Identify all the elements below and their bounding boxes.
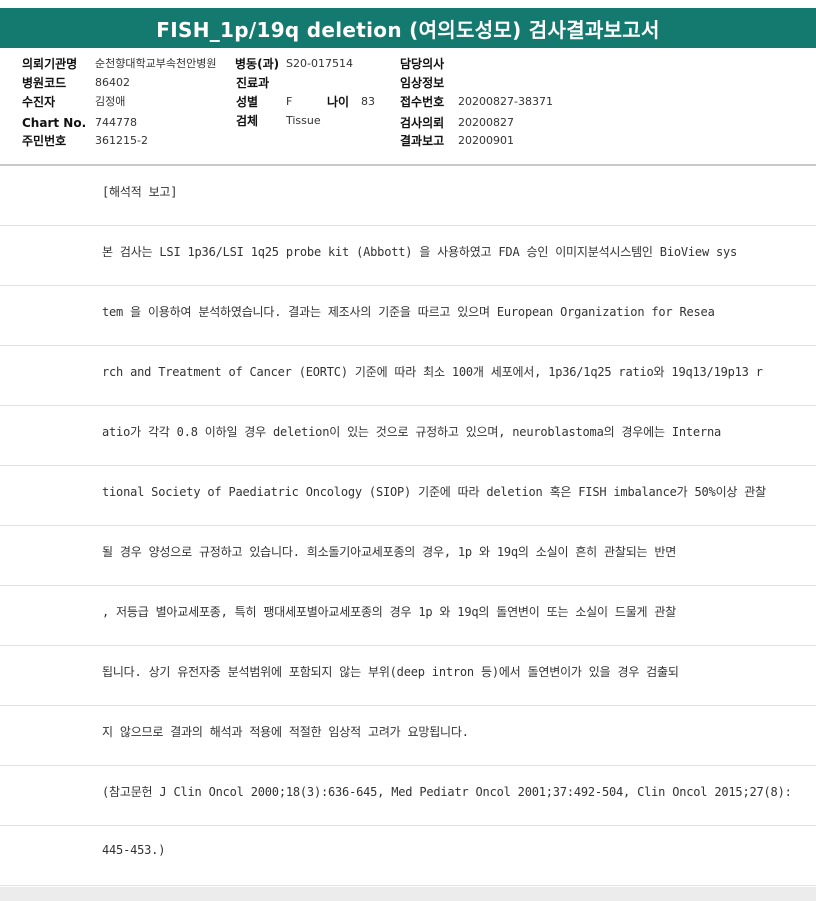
resident-no-value: 361215-2	[95, 134, 148, 147]
report-line-text: tem 을 이용하여 분석하였습니다. 결과는 제조사의 기준을 따르고 있으며…	[102, 305, 715, 319]
report-line-text: 됩니다. 상기 유전자중 분석범위에 포함되지 않는 부위(deep intro…	[102, 665, 679, 679]
receipt-no-value: 20200827-38371	[458, 95, 553, 108]
sex-value: F	[286, 95, 293, 108]
result-report-label: 결과보고	[400, 134, 445, 148]
interpretive-report: [해석적 보고] 본 검사는 LSI 1p36/LSI 1q25 probe k…	[0, 166, 816, 886]
resident-no-label: 주민번호	[22, 134, 67, 148]
report-title: FISH_1p/19q deletion (여의도성모) 검사결과보고서	[0, 8, 816, 48]
report-line: (참고문헌 J Clin Oncol 2000;18(3):636-645, M…	[0, 766, 816, 826]
chart-no-label: Chart No.	[22, 116, 87, 130]
report-line: tional Society of Paediatric Oncology (S…	[0, 466, 816, 526]
report-line: 될 경우 양성으로 규정하고 있습니다. 희소돌기아교세포종의 경우, 1p 와…	[0, 526, 816, 586]
footer-strip	[0, 887, 816, 901]
report-line: , 저등급 별아교세포종, 특히 팽대세포별아교세포종의 경우 1p 와 19q…	[0, 586, 816, 646]
report-line-text: (참고문헌 J Clin Oncol 2000;18(3):636-645, M…	[102, 785, 792, 799]
institution-label: 의뢰기관명	[22, 57, 78, 71]
specimen-value: Tissue	[286, 114, 321, 127]
report-line-text: [해석적 보고]	[102, 185, 178, 199]
patient-info-block: 의뢰기관명 순천향대학교부속천안병원 병동(과) S20-017514 담당의사…	[0, 52, 816, 164]
result-report-value: 20200901	[458, 134, 514, 147]
receipt-no-label: 접수번호	[400, 95, 445, 109]
age-value: 83	[361, 95, 375, 108]
clinical-info-label: 임상정보	[400, 76, 445, 90]
hospital-code-label: 병원코드	[22, 76, 67, 90]
report-line: 됩니다. 상기 유전자중 분석범위에 포함되지 않는 부위(deep intro…	[0, 646, 816, 706]
report-line: 445-453.)	[0, 826, 816, 886]
request-date-value: 20200827	[458, 116, 514, 129]
report-line: 본 검사는 LSI 1p36/LSI 1q25 probe kit (Abbot…	[0, 226, 816, 286]
patient-value: 김정애	[95, 95, 126, 108]
patient-label: 수진자	[22, 95, 56, 109]
request-date-label: 검사의뢰	[400, 116, 445, 130]
report-line-text: atio가 각각 0.8 이하일 경우 deletion이 있는 것으로 규정하…	[102, 425, 722, 439]
report-line: 지 않으므로 결과의 해석과 적용에 적절한 임상적 고려가 요망됩니다.	[0, 706, 816, 766]
doctor-label: 담당의사	[400, 57, 445, 71]
institution-value: 순천향대학교부속천안병원	[95, 57, 217, 70]
report-line-text: rch and Treatment of Cancer (EORTC) 기준에 …	[102, 365, 763, 379]
hospital-code-value: 86402	[95, 76, 130, 89]
report-line-text: 445-453.)	[102, 843, 166, 857]
sex-label: 성별	[236, 95, 259, 109]
report-line-text: 본 검사는 LSI 1p36/LSI 1q25 probe kit (Abbot…	[102, 245, 738, 259]
ward-label: 병동(과)	[235, 57, 280, 71]
chart-no-value: 744778	[95, 116, 137, 129]
specimen-label: 검체	[236, 114, 259, 128]
report-line: atio가 각각 0.8 이하일 경우 deletion이 있는 것으로 규정하…	[0, 406, 816, 466]
age-label: 나이	[327, 95, 350, 109]
report-line-text: , 저등급 별아교세포종, 특히 팽대세포별아교세포종의 경우 1p 와 19q…	[102, 605, 677, 619]
report-line-text: 지 않으므로 결과의 해석과 적용에 적절한 임상적 고려가 요망됩니다.	[102, 725, 469, 739]
ward-value: S20-017514	[286, 57, 353, 70]
report-line: rch and Treatment of Cancer (EORTC) 기준에 …	[0, 346, 816, 406]
department-label: 진료과	[236, 76, 270, 90]
report-line-text: tional Society of Paediatric Oncology (S…	[102, 485, 766, 499]
report-line: [해석적 보고]	[0, 166, 816, 226]
report-line-text: 될 경우 양성으로 규정하고 있습니다. 희소돌기아교세포종의 경우, 1p 와…	[102, 545, 677, 559]
report-line: tem 을 이용하여 분석하였습니다. 결과는 제조사의 기준을 따르고 있으며…	[0, 286, 816, 346]
